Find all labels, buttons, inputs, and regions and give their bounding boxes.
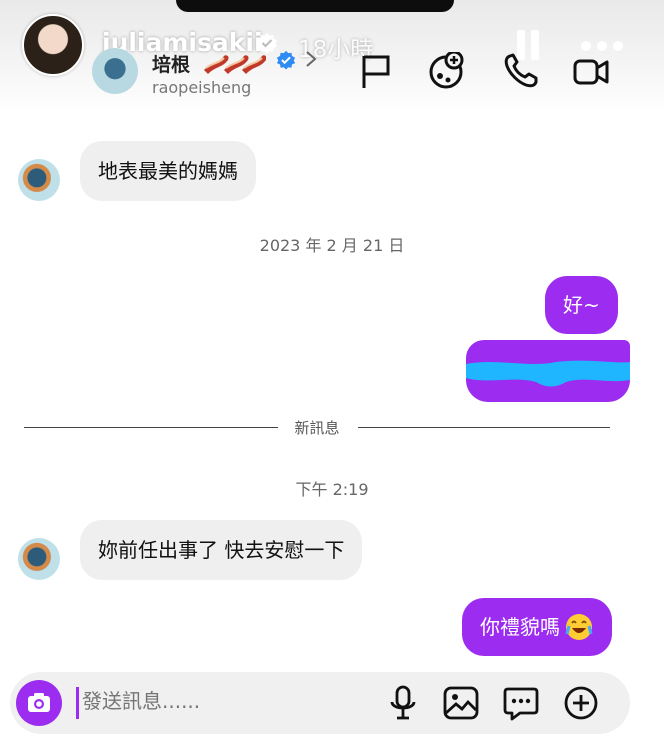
chat-name[interactable]: 培根 <box>152 50 190 77</box>
microphone-icon[interactable] <box>384 684 422 722</box>
verified-badge-icon <box>276 50 296 70</box>
redacted-message-bubble[interactable] <box>466 340 630 402</box>
divider-left <box>24 427 278 428</box>
chat-handle[interactable]: raopeisheng <box>152 78 251 97</box>
flag-icon[interactable] <box>356 52 394 90</box>
status-bar-pill <box>176 0 454 12</box>
date-separator: 2023 年 2 月 21 日 <box>259 236 405 255</box>
time-separator: 下午 2:19 <box>295 480 369 499</box>
message-bubble-outgoing[interactable]: 好~ <box>545 276 618 334</box>
chat-avatar[interactable] <box>92 48 138 94</box>
video-call-icon[interactable] <box>572 52 610 90</box>
bacon-emoji-icon <box>204 55 266 74</box>
gallery-icon[interactable] <box>442 684 480 722</box>
message-bubble-incoming[interactable]: 妳前任出事了 快去安慰一下 <box>80 520 363 580</box>
chevron-right-icon[interactable] <box>304 50 318 68</box>
header: juliamisakii 18小時 培根 raopeisheng <box>0 0 664 112</box>
message-text: 你禮貌嗎 <box>480 615 560 639</box>
story-avatar[interactable] <box>22 14 84 76</box>
message-text: 好~ <box>563 293 600 317</box>
sender-avatar[interactable] <box>18 538 60 580</box>
message-input[interactable] <box>82 689 372 713</box>
divider-right <box>358 427 610 428</box>
camera-button[interactable] <box>16 680 62 726</box>
add-icon[interactable] <box>562 684 600 722</box>
message-bubble-incoming[interactable]: 地表最美的媽媽 <box>80 141 256 201</box>
message-text: 妳前任出事了 快去安慰一下 <box>98 538 345 562</box>
new-messages-label: 新訊息 <box>294 419 340 437</box>
effects-icon[interactable] <box>428 52 466 90</box>
message-bubble-outgoing[interactable]: 你禮貌嗎 <box>462 598 612 656</box>
message-text: 地表最美的媽媽 <box>98 159 238 183</box>
camera-icon <box>28 693 50 712</box>
phone-icon[interactable] <box>502 52 540 90</box>
more-icon[interactable] <box>580 40 624 52</box>
laughing-emoji-icon <box>565 614 593 640</box>
sender-avatar[interactable] <box>18 159 60 201</box>
redaction-scribble <box>466 360 630 387</box>
text-caret <box>76 687 79 719</box>
sticker-icon[interactable] <box>502 684 540 722</box>
